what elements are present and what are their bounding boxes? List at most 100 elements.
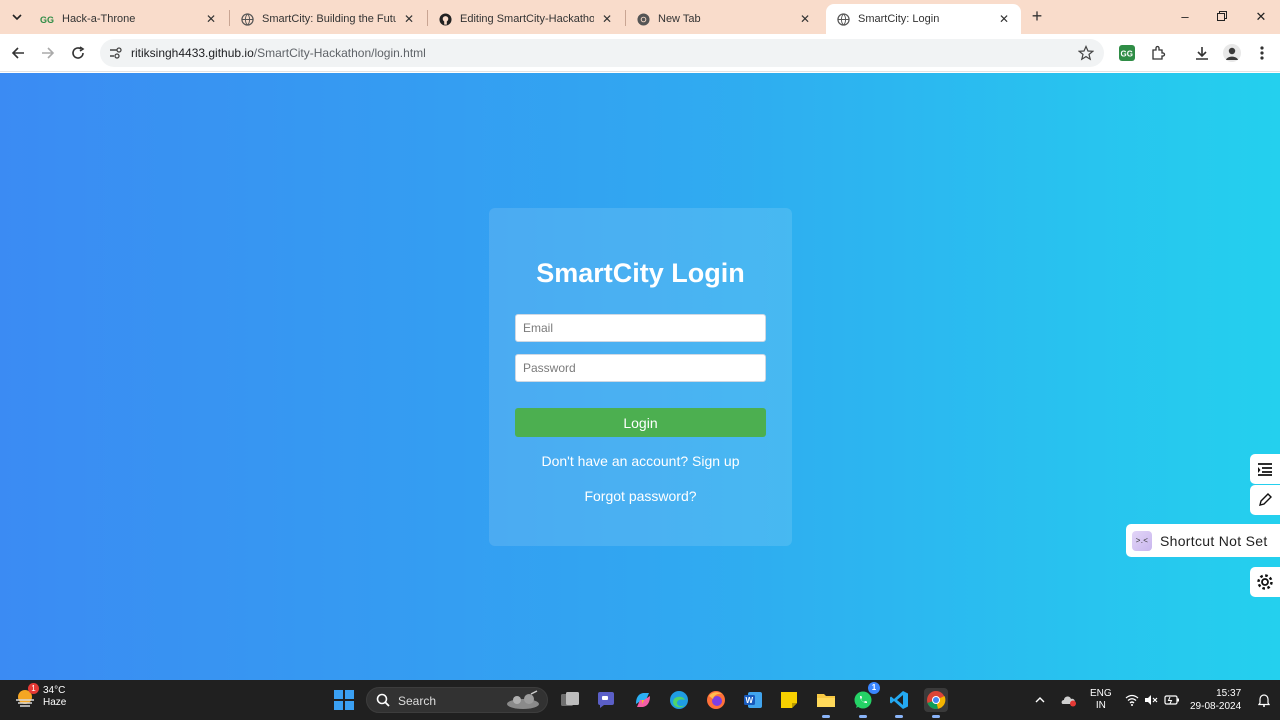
signup-row: Don't have an account? Sign up xyxy=(489,453,792,469)
clock-date: 29-08-2024 xyxy=(1190,701,1242,712)
close-tab-icon[interactable]: ✕ xyxy=(600,12,614,26)
svg-text:GG: GG xyxy=(40,15,54,24)
chrome-taskbar-icon[interactable] xyxy=(924,688,948,718)
show-hidden-icons-button[interactable] xyxy=(1034,680,1046,720)
whatsapp-icon[interactable]: 1 xyxy=(851,682,880,718)
settings-widget-button[interactable] xyxy=(1250,567,1280,597)
geeksforgeeks-icon: GG xyxy=(40,12,54,26)
address-bar[interactable]: ritiksingh4433.github.io/SmartCity-Hacka… xyxy=(100,39,1104,67)
tab-title: Hack-a-Throne xyxy=(62,13,136,25)
sticky-notes-icon[interactable] xyxy=(777,688,801,712)
login-button[interactable]: Login xyxy=(515,408,766,437)
file-explorer-icon[interactable] xyxy=(814,688,838,718)
tab-smartcity-building[interactable]: SmartCity: Building the Future ✕ xyxy=(230,4,426,34)
edit-widget-button[interactable] xyxy=(1250,485,1280,515)
wifi-icon[interactable] xyxy=(1125,680,1139,720)
search-icon xyxy=(376,693,390,707)
tab-title: New Tab xyxy=(658,13,701,25)
site-info-icon[interactable] xyxy=(108,46,122,60)
gear-icon xyxy=(1257,574,1273,590)
restore-button[interactable] xyxy=(1207,6,1237,28)
vscode-icon[interactable] xyxy=(887,688,911,718)
reload-icon xyxy=(72,46,85,59)
search-highlight-illustration-icon xyxy=(507,690,539,709)
forgot-password-link[interactable]: Forgot password? xyxy=(584,488,696,504)
globe-icon xyxy=(240,12,254,26)
globe-icon xyxy=(836,12,850,26)
close-tab-icon[interactable]: ✕ xyxy=(798,12,812,26)
firefox-icon[interactable] xyxy=(704,688,728,712)
reload-button[interactable] xyxy=(66,41,90,65)
weather-haze-icon: 1 xyxy=(14,683,39,708)
language-indicator[interactable]: ENG IN xyxy=(1090,688,1112,712)
restore-icon xyxy=(1217,11,1227,21)
bookmark-star-icon[interactable] xyxy=(1078,45,1094,61)
reader-widget-button[interactable] xyxy=(1250,454,1280,484)
back-arrow-icon xyxy=(11,47,24,59)
profile-avatar[interactable] xyxy=(1223,44,1241,62)
chevron-down-icon xyxy=(12,14,22,21)
pen-icon xyxy=(1259,493,1272,506)
tab-hack-a-throne[interactable]: GG Hack-a-Throne ✕ xyxy=(30,4,228,34)
password-field[interactable] xyxy=(515,354,766,382)
tab-search-button[interactable] xyxy=(6,7,28,27)
tab-editing-github[interactable]: Editing SmartCity-Hackathon/R ✕ xyxy=(428,4,624,34)
onedrive-icon[interactable] xyxy=(1060,680,1078,720)
teams-chat-icon[interactable] xyxy=(594,688,618,712)
system-clock[interactable]: 15:37 29-08-2024 xyxy=(1190,687,1241,713)
page-viewport: SmartCity Login Login Don't have an acco… xyxy=(0,73,1280,680)
login-card: SmartCity Login Login Don't have an acco… xyxy=(489,208,792,546)
new-tab-button[interactable]: + xyxy=(1027,7,1047,27)
close-tab-icon[interactable]: ✕ xyxy=(997,12,1011,26)
weather-desc: Haze xyxy=(43,697,67,708)
signup-link[interactable]: Don't have an account? Sign up xyxy=(541,453,739,469)
chrome-icon xyxy=(636,12,650,26)
word-icon[interactable]: W xyxy=(741,688,765,712)
minimize-button[interactable]: – xyxy=(1170,6,1200,28)
browser-toolbar: ritiksingh4433.github.io/SmartCity-Hacka… xyxy=(0,34,1280,72)
volume-muted-icon[interactable] xyxy=(1144,680,1158,720)
back-button[interactable] xyxy=(6,41,30,65)
forward-button[interactable] xyxy=(36,41,60,65)
url-path: /SmartCity-Hackathon/login.html xyxy=(253,46,426,60)
download-icon[interactable] xyxy=(1193,44,1211,62)
close-tab-icon[interactable]: ✕ xyxy=(204,12,218,26)
login-heading: SmartCity Login xyxy=(536,258,745,288)
taskbar-search[interactable]: Search xyxy=(366,687,548,713)
extensions-puzzle-icon[interactable] xyxy=(1149,44,1167,62)
weather-temp: 34°C xyxy=(43,685,66,696)
weather-badge: 1 xyxy=(28,683,39,694)
forward-arrow-icon xyxy=(42,47,55,59)
tab-smartcity-login[interactable]: SmartCity: Login ✕ xyxy=(826,4,1021,34)
url-text: ritiksingh4433.github.io/SmartCity-Hacka… xyxy=(131,46,426,60)
windows-start-button[interactable] xyxy=(334,690,354,710)
search-placeholder: Search xyxy=(398,694,437,708)
chevron-up-icon xyxy=(1035,697,1045,703)
shortcut-label: Shortcut Not Set xyxy=(1160,532,1268,549)
weather-text: 34°C Haze xyxy=(43,685,66,709)
email-field[interactable] xyxy=(515,314,766,342)
forgot-row: Forgot password? xyxy=(489,488,792,504)
task-view-icon[interactable] xyxy=(558,688,582,712)
close-window-button[interactable]: ✕ xyxy=(1246,6,1276,28)
face-icon: >.< xyxy=(1132,530,1152,551)
shortcut-not-set-toast[interactable]: >.< Shortcut Not Set xyxy=(1126,524,1280,557)
weather-widget[interactable]: 1 34°C Haze xyxy=(14,683,66,709)
copilot-icon[interactable] xyxy=(631,688,655,712)
region-code: IN xyxy=(1095,700,1106,711)
github-icon xyxy=(438,12,452,26)
tab-title: SmartCity: Building the Future xyxy=(262,13,396,25)
close-tab-icon[interactable]: ✕ xyxy=(402,12,416,26)
windows-taskbar: 1 34°C Haze Search W 1 ENG IN 15:37 29-0… xyxy=(0,680,1280,720)
more-menu-icon[interactable] xyxy=(1253,44,1271,62)
tab-new-tab[interactable]: New Tab ✕ xyxy=(626,4,822,34)
whatsapp-badge: 1 xyxy=(868,682,880,694)
clock-time: 15:37 xyxy=(1216,688,1242,699)
url-host: ritiksingh4433.github.io xyxy=(131,46,254,60)
battery-icon[interactable] xyxy=(1164,680,1180,720)
edge-browser-icon[interactable] xyxy=(667,688,691,712)
tab-strip: GG Hack-a-Throne ✕ SmartCity: Building t… xyxy=(0,0,1280,34)
notifications-icon[interactable] xyxy=(1258,680,1270,720)
geeksforgeeks-extension-icon[interactable]: GG xyxy=(1118,44,1136,62)
svg-text:GG: GG xyxy=(1121,50,1133,59)
